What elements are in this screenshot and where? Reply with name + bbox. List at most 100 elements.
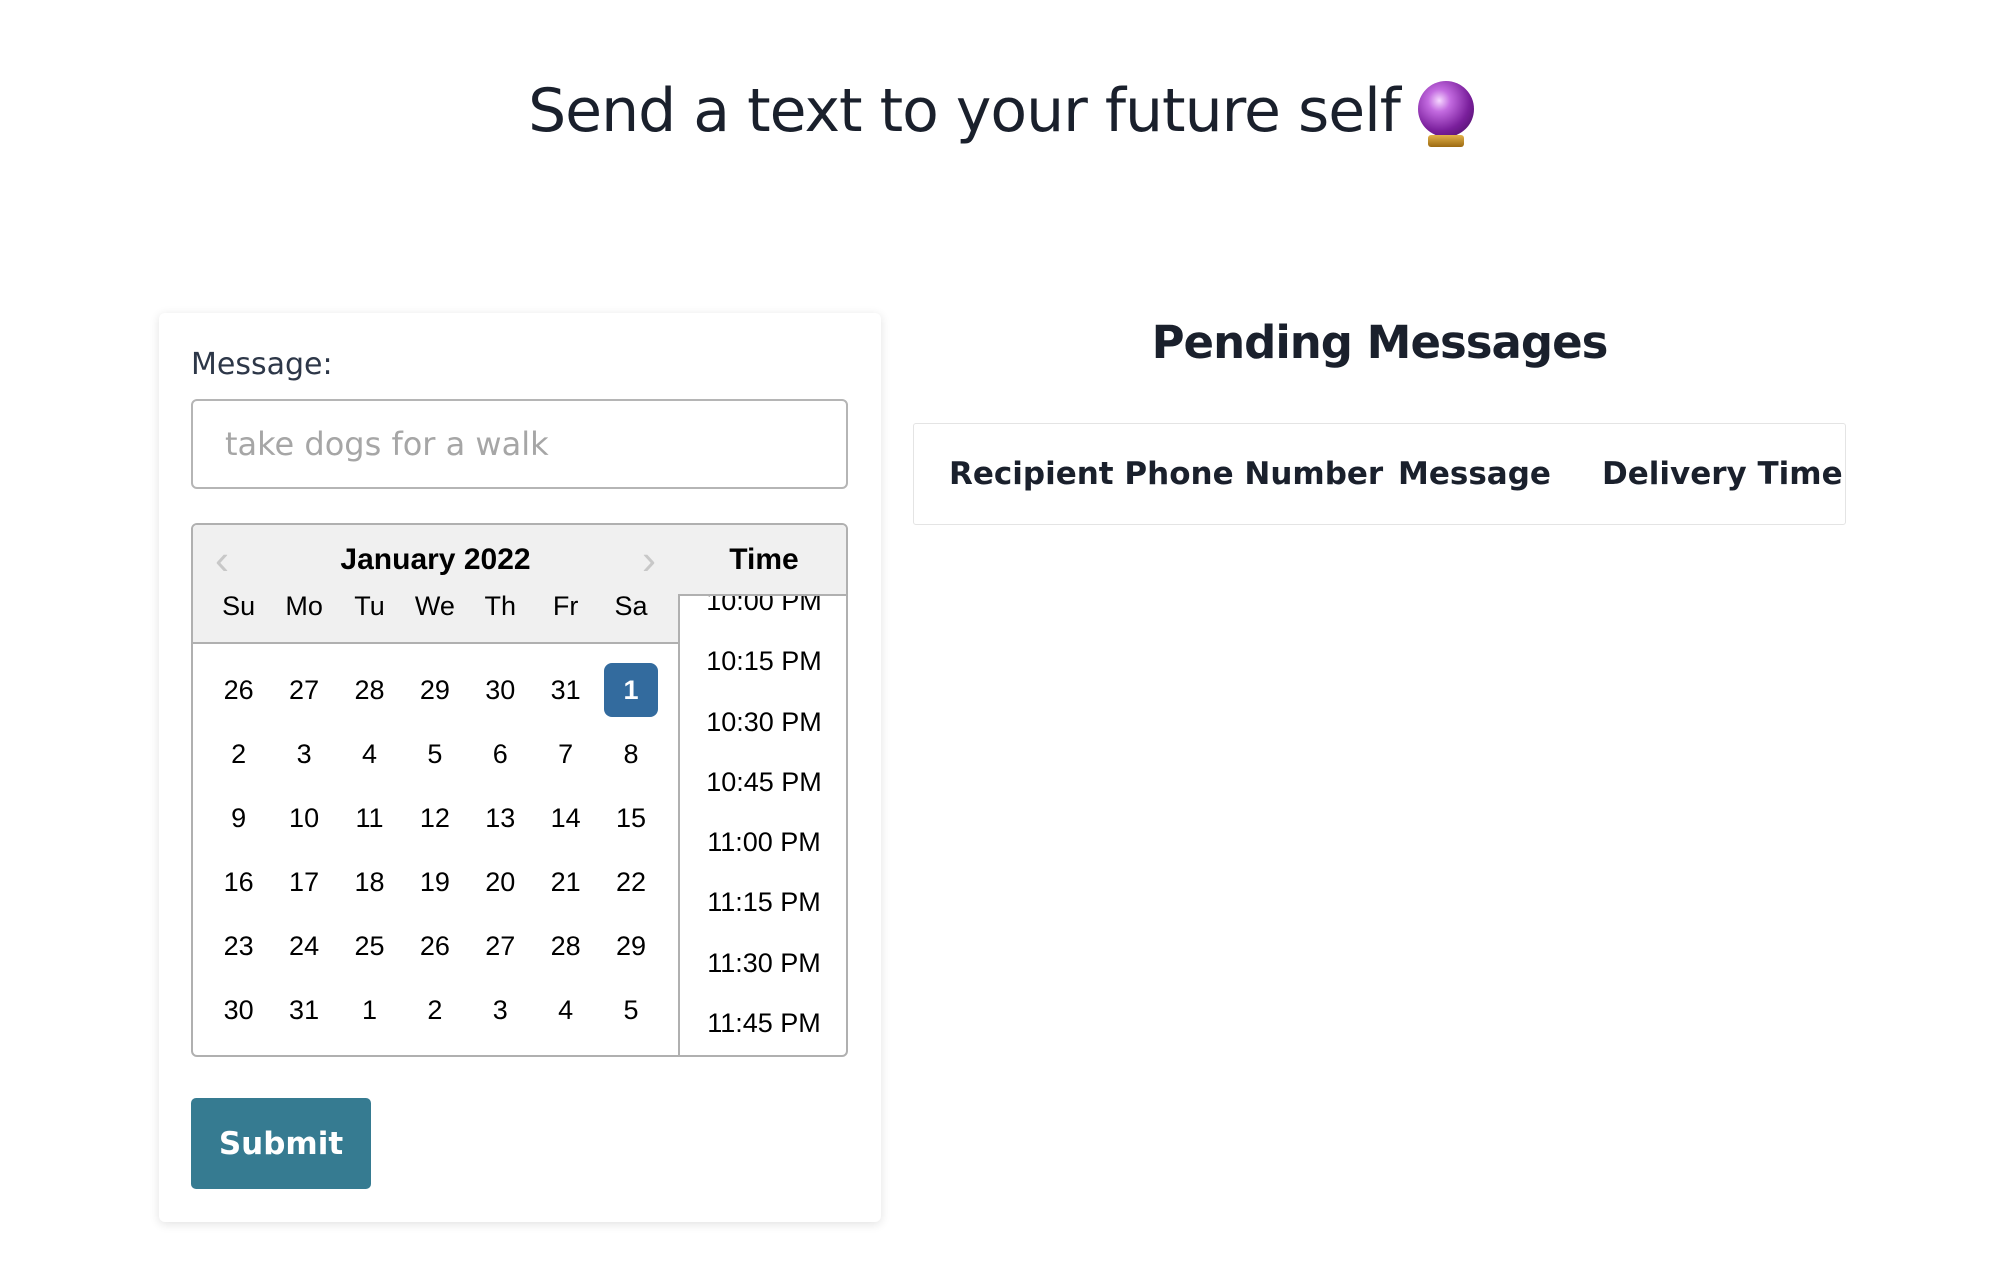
day-number[interactable]: 11 bbox=[342, 791, 396, 845]
day-cell[interactable]: 7 bbox=[533, 727, 598, 781]
day-number[interactable]: 28 bbox=[539, 919, 593, 973]
week-row: 16 17 18 19 20 21 22 bbox=[206, 850, 664, 914]
day-number[interactable]: 16 bbox=[212, 855, 266, 909]
day-number[interactable]: 20 bbox=[473, 855, 527, 909]
day-cell[interactable]: 29 bbox=[402, 663, 467, 717]
day-cell[interactable]: 30 bbox=[468, 663, 533, 717]
day-cell[interactable]: 18 bbox=[337, 855, 402, 909]
day-number[interactable]: 1 bbox=[604, 663, 659, 717]
day-number[interactable]: 27 bbox=[277, 663, 331, 717]
day-number[interactable]: 31 bbox=[539, 663, 593, 717]
day-number[interactable]: 26 bbox=[212, 663, 266, 717]
day-cell[interactable]: 31 bbox=[533, 663, 598, 717]
day-cell[interactable]: 11 bbox=[337, 791, 402, 845]
day-cell[interactable]: 5 bbox=[598, 983, 663, 1037]
time-option[interactable]: 11:30 PM bbox=[678, 933, 846, 993]
day-number[interactable]: 30 bbox=[473, 663, 527, 717]
day-number[interactable]: 3 bbox=[473, 983, 527, 1037]
day-cell[interactable]: 21 bbox=[533, 855, 598, 909]
time-option[interactable]: 11:45 PM bbox=[678, 993, 846, 1053]
day-cell[interactable]: 26 bbox=[206, 663, 271, 717]
day-cell[interactable]: 22 bbox=[598, 855, 663, 909]
day-cell[interactable]: 24 bbox=[271, 919, 336, 973]
day-cell[interactable]: 31 bbox=[271, 983, 336, 1037]
time-option[interactable]: 10:45 PM bbox=[678, 752, 846, 812]
day-number[interactable]: 19 bbox=[408, 855, 462, 909]
day-number[interactable]: 14 bbox=[539, 791, 593, 845]
time-list[interactable]: 10:00 PM 10:15 PM 10:30 PM 10:45 PM 11:00 PM… bbox=[678, 596, 846, 1055]
day-number[interactable]: 22 bbox=[604, 855, 658, 909]
day-number[interactable]: 15 bbox=[604, 791, 658, 845]
day-cell[interactable]: 2 bbox=[206, 727, 271, 781]
day-cell[interactable]: 20 bbox=[468, 855, 533, 909]
day-cell[interactable]: 29 bbox=[598, 919, 663, 973]
day-number[interactable]: 10 bbox=[277, 791, 331, 845]
day-number[interactable]: 6 bbox=[473, 727, 527, 781]
day-cell[interactable]: 17 bbox=[271, 855, 336, 909]
day-number[interactable]: 7 bbox=[539, 727, 593, 781]
day-cell[interactable]: 3 bbox=[271, 727, 336, 781]
day-number[interactable]: 5 bbox=[408, 727, 462, 781]
day-cell[interactable]: 4 bbox=[337, 727, 402, 781]
day-number[interactable]: 23 bbox=[212, 919, 266, 973]
day-cell[interactable]: 8 bbox=[598, 727, 663, 781]
day-number[interactable]: 26 bbox=[408, 919, 462, 973]
time-option[interactable]: 10:30 PM bbox=[678, 692, 846, 752]
day-cell[interactable]: 9 bbox=[206, 791, 271, 845]
day-number[interactable]: 31 bbox=[277, 983, 331, 1037]
day-cell[interactable]: 3 bbox=[468, 983, 533, 1037]
day-number[interactable]: 29 bbox=[604, 919, 658, 973]
time-option[interactable]: 11:15 PM bbox=[678, 872, 846, 932]
day-number[interactable]: 1 bbox=[342, 983, 396, 1037]
time-option[interactable]: 11:00 PM bbox=[678, 812, 846, 872]
day-cell[interactable]: 13 bbox=[468, 791, 533, 845]
day-number[interactable]: 4 bbox=[539, 983, 593, 1037]
weekday-label: Mo bbox=[285, 591, 323, 621]
day-number[interactable]: 9 bbox=[212, 791, 266, 845]
day-number[interactable]: 25 bbox=[342, 919, 396, 973]
day-cell[interactable]: 16 bbox=[206, 855, 271, 909]
day-number[interactable]: 24 bbox=[277, 919, 331, 973]
day-selected[interactable]: 1 bbox=[598, 663, 663, 717]
day-number[interactable]: 27 bbox=[473, 919, 527, 973]
calendar: ‹ January 2022 › Su Mo Tu We Th Fr Sa 26 27 28 29… bbox=[193, 525, 680, 1055]
day-cell[interactable]: 28 bbox=[337, 663, 402, 717]
day-number[interactable]: 18 bbox=[342, 855, 396, 909]
day-cell[interactable]: 25 bbox=[337, 919, 402, 973]
day-cell[interactable]: 23 bbox=[206, 919, 271, 973]
day-cell[interactable]: 10 bbox=[271, 791, 336, 845]
day-cell[interactable]: 28 bbox=[533, 919, 598, 973]
submit-button[interactable]: Submit bbox=[191, 1098, 371, 1189]
day-number[interactable]: 3 bbox=[277, 727, 331, 781]
day-cell[interactable]: 6 bbox=[468, 727, 533, 781]
day-number[interactable]: 29 bbox=[408, 663, 462, 717]
day-number[interactable]: 21 bbox=[539, 855, 593, 909]
day-number[interactable]: 4 bbox=[342, 727, 396, 781]
week-row: 26 27 28 29 30 31 1 bbox=[206, 658, 664, 722]
day-cell[interactable]: 19 bbox=[402, 855, 467, 909]
day-cell[interactable]: 12 bbox=[402, 791, 467, 845]
day-number[interactable]: 28 bbox=[342, 663, 396, 717]
day-cell[interactable]: 27 bbox=[271, 663, 336, 717]
day-number[interactable]: 2 bbox=[408, 983, 462, 1037]
day-cell[interactable]: 26 bbox=[402, 919, 467, 973]
day-cell[interactable]: 14 bbox=[533, 791, 598, 845]
day-number[interactable]: 2 bbox=[212, 727, 266, 781]
day-cell[interactable]: 1 bbox=[337, 983, 402, 1037]
day-number[interactable]: 5 bbox=[604, 983, 658, 1037]
day-cell[interactable]: 5 bbox=[402, 727, 467, 781]
time-option[interactable]: 10:15 PM bbox=[678, 631, 846, 691]
day-number[interactable]: 17 bbox=[277, 855, 331, 909]
day-number[interactable]: 8 bbox=[604, 727, 658, 781]
day-cell[interactable]: 4 bbox=[533, 983, 598, 1037]
message-input[interactable] bbox=[191, 399, 848, 489]
day-number[interactable]: 12 bbox=[408, 791, 462, 845]
chevron-right-icon[interactable]: › bbox=[642, 539, 656, 581]
day-cell[interactable]: 27 bbox=[468, 919, 533, 973]
day-cell[interactable]: 30 bbox=[206, 983, 271, 1037]
day-number[interactable]: 13 bbox=[473, 791, 527, 845]
day-cell[interactable]: 2 bbox=[402, 983, 467, 1037]
time-option[interactable]: 10:00 PM bbox=[678, 596, 846, 631]
day-cell[interactable]: 15 bbox=[598, 791, 663, 845]
day-number[interactable]: 30 bbox=[212, 983, 266, 1037]
